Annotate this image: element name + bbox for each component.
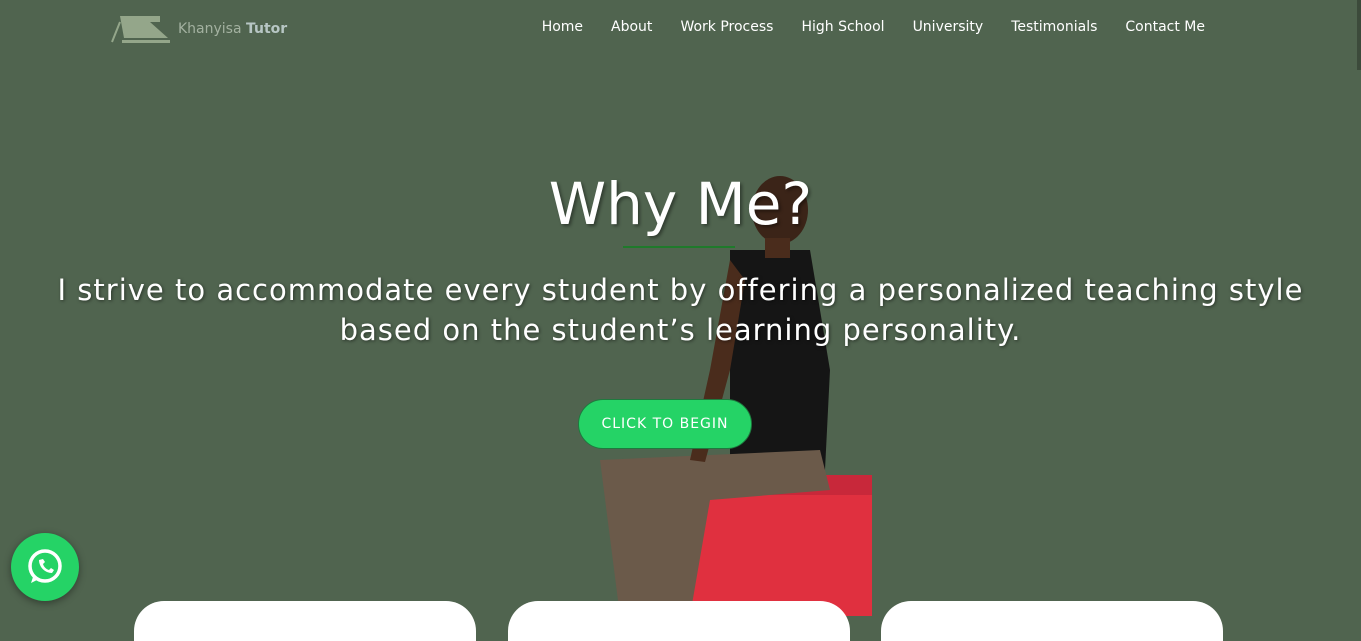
page-title: Why Me? [548,170,813,238]
feature-card [508,601,850,641]
logo[interactable]: Khanyisa Tutor [110,14,287,44]
scrollbar[interactable] [1357,0,1361,70]
nav-university[interactable]: University [913,19,984,35]
nav-contact[interactable]: Contact Me [1125,19,1205,35]
title-underline [623,246,735,248]
house-logo-icon [111,16,170,43]
nav-about[interactable]: About [611,19,652,35]
nav-home[interactable]: Home [542,19,583,35]
main-nav: Home About Work Process High School Univ… [542,19,1205,35]
nav-testimonials[interactable]: Testimonials [1011,19,1097,35]
hero-lead: I strive to accommodate every student by… [57,273,1304,347]
whatsapp-button[interactable] [11,533,79,601]
logo-text: Khanyisa [178,21,242,37]
logo-text-bold: Tutor [246,21,288,37]
whatsapp-icon [28,549,62,583]
nav-work-process[interactable]: Work Process [680,19,773,35]
feature-card [134,601,476,641]
click-to-begin-button[interactable]: CLICK TO BEGIN [578,399,752,449]
feature-card [881,601,1223,641]
nav-high-school[interactable]: High School [801,19,884,35]
